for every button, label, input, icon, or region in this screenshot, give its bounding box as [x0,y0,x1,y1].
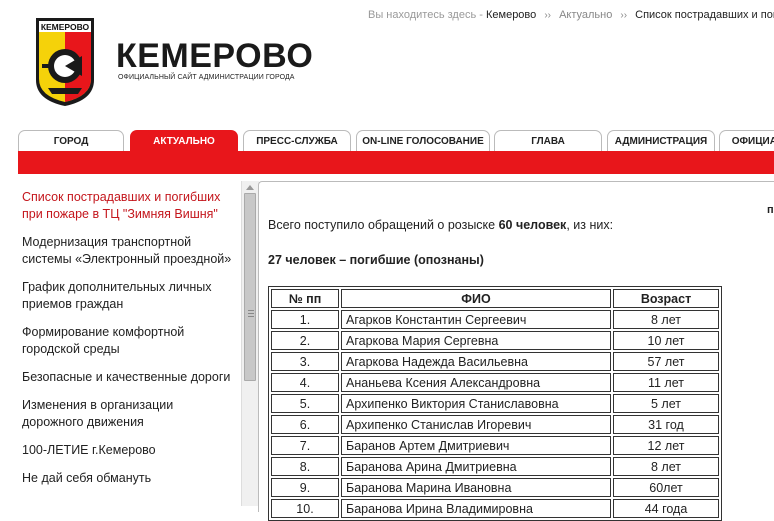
victims-table: № пп ФИО Возраст 1. Агарков Константин С… [268,286,722,521]
breadcrumb-prefix: Вы находитесь здесь - [368,9,483,21]
sidebar-item-traffic[interactable]: Изменения в организации дорожного движен… [22,397,234,431]
kemerovo-coat-of-arms-icon[interactable]: КЕМЕРОВО [34,16,96,108]
table-row: 3. Агаркова Надежда Васильевна 57 лет [271,352,719,371]
row-number: 8. [271,457,339,476]
site-subtitle: ОФИЦИАЛЬНЫЙ САЙТ АДМИНИСТРАЦИИ ГОРОДА [118,74,295,81]
table-row: 9. Баранова Марина Ивановна 60лет [271,478,719,497]
main-nav: ГОРОД АКТУАЛЬНО ПРЕСС-СЛУЖБА ON-LINE ГОЛ… [18,130,774,152]
row-age: 10 лет [613,331,719,350]
row-age: 12 лет [613,436,719,455]
row-number: 4. [271,373,339,392]
row-number: 2. [271,331,339,350]
shield-label: КЕМЕРОВО [41,22,90,32]
sidebar-item-receptions[interactable]: График дополнительных личных приемов гра… [22,279,234,313]
sidebar-item-anniversary[interactable]: 100-ЛЕТИЕ г.Кемерово [22,442,234,459]
tab-official[interactable]: ОФИЦИАЛЬНО [719,130,774,151]
site-title: КЕМЕРОВО [116,37,314,75]
row-name: Агаркова Мария Сергевна [341,331,611,350]
breadcrumb-separator-icon: ›› [620,10,628,21]
intro-count: 60 человек [498,218,567,232]
table-header-age: Возраст [613,289,719,308]
tab-press[interactable]: ПРЕСС-СЛУЖБА [243,130,351,151]
section-heading: 27 человек – погибшие (опознаны) [268,253,484,267]
tab-city[interactable]: ГОРОД [18,130,124,151]
breadcrumb-item-actual[interactable]: Актуально [559,9,612,21]
table-row: 2. Агаркова Мария Сергевна 10 лет [271,331,719,350]
row-name: Баранова Ирина Владимировна [341,499,611,518]
row-number: 9. [271,478,339,497]
content-corner-text: п [767,204,774,216]
sidebar-item-roads[interactable]: Безопасные и качественные дороги [22,369,234,386]
scroll-up-arrow-icon[interactable] [246,185,254,190]
breadcrumb: Вы находитесь здесь - Кемерово ›› Актуал… [368,9,774,21]
grip-line [248,316,254,317]
sidebar-scrollbar[interactable] [241,181,259,506]
row-age: 8 лет [613,310,719,329]
sidebar-item-urban-env[interactable]: Формирование комфортной городской среды [22,324,234,358]
row-name: Баранова Арина Дмитриевна [341,457,611,476]
breadcrumb-separator-icon: ›› [544,10,551,21]
row-name: Архипенко Станислав Игоревич [341,415,611,434]
row-age: 44 года [613,499,719,518]
row-name: Агаркова Надежда Васильевна [341,352,611,371]
tab-administration[interactable]: АДМИНИСТРАЦИЯ [607,130,715,151]
row-name: Архипенко Виктория Станиславовна [341,394,611,413]
tab-head[interactable]: ГЛАВА [494,130,602,151]
sidebar: Список пострадавших и погибших при пожар… [22,189,234,498]
intro-before: Всего поступило обращений о розыске [268,218,499,232]
table-row: 4. Ананьева Ксения Александровна 11 лет [271,373,719,392]
table-row: 1. Агарков Константин Сергеевич 8 лет [271,310,719,329]
table-row: 5. Архипенко Виктория Станиславовна 5 ле… [271,394,719,413]
row-age: 60лет [613,478,719,497]
row-number: 10. [271,499,339,518]
tab-online-vote[interactable]: ON-LINE ГОЛОСОВАНИЕ [356,130,490,151]
breadcrumb-item-current: Список пострадавших и погибших [635,9,774,21]
grip-line [248,313,254,314]
row-number: 1. [271,310,339,329]
row-number: 6. [271,415,339,434]
table-header-name: ФИО [341,289,611,308]
row-number: 5. [271,394,339,413]
table-row: 7. Баранов Артем Дмитриевич 12 лет [271,436,719,455]
nav-red-bar [18,151,774,174]
grip-line [248,310,254,311]
row-name: Агарков Константин Сергеевич [341,310,611,329]
row-age: 8 лет [613,457,719,476]
table-header-number: № пп [271,289,339,308]
breadcrumb-item-home[interactable]: Кемерово [486,9,536,21]
row-number: 3. [271,352,339,371]
table-row: 8. Баранова Арина Дмитриевна 8 лет [271,457,719,476]
row-number: 7. [271,436,339,455]
intro-after: , из них: [566,218,614,232]
sidebar-item-transport[interactable]: Модернизация транспортной системы «Элект… [22,234,234,268]
row-name: Баранов Артем Дмитриевич [341,436,611,455]
row-age: 11 лет [613,373,719,392]
row-age: 31 год [613,415,719,434]
table-row: 10. Баранова Ирина Владимировна 44 года [271,499,719,518]
row-age: 57 лет [613,352,719,371]
scroll-thumb[interactable] [244,193,256,381]
intro-text: Всего поступило обращений о розыске 60 ч… [268,218,613,232]
sidebar-item-fraud[interactable]: Не дай себя обмануть [22,470,234,487]
row-age: 5 лет [613,394,719,413]
row-name: Баранова Марина Ивановна [341,478,611,497]
table-header-row: № пп ФИО Возраст [271,289,719,308]
sidebar-item-victims-list[interactable]: Список пострадавших и погибших при пожар… [22,189,234,223]
table-row: 6. Архипенко Станислав Игоревич 31 год [271,415,719,434]
tab-actual[interactable]: АКТУАЛЬНО [130,130,238,151]
row-name: Ананьева Ксения Александровна [341,373,611,392]
